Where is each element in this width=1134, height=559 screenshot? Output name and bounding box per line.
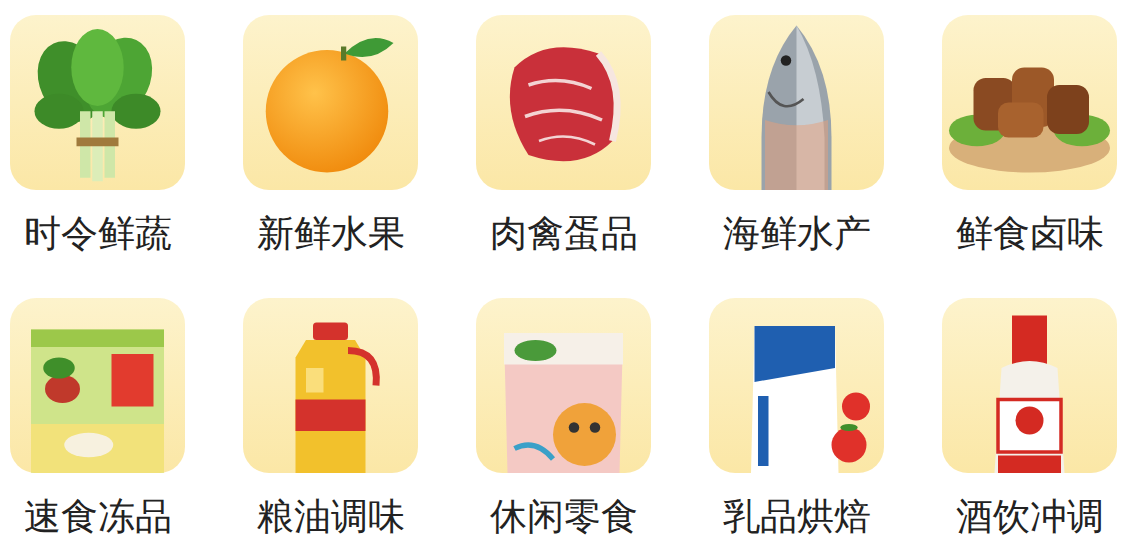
meat-icon xyxy=(476,15,651,190)
category-tile[interactable] xyxy=(942,298,1117,473)
orange-icon xyxy=(243,15,418,190)
category-label[interactable]: 酒饮冲调 xyxy=(956,493,1104,541)
snack-bag-icon xyxy=(476,298,651,473)
oil-bottle-icon xyxy=(243,298,418,473)
category-item[interactable]: 新鲜水果 xyxy=(243,15,418,258)
category-tile[interactable] xyxy=(476,15,651,190)
category-label[interactable]: 海鲜水产 xyxy=(723,210,871,258)
category-label[interactable]: 休闲零食 xyxy=(490,493,638,541)
category-tile[interactable] xyxy=(10,298,185,473)
category-item[interactable]: 鲜食卤味 xyxy=(942,15,1117,258)
category-tile[interactable] xyxy=(709,15,884,190)
category-item[interactable]: 时令鲜蔬 xyxy=(10,15,185,258)
vegetable-icon xyxy=(10,15,185,190)
category-tile[interactable] xyxy=(243,298,418,473)
category-item[interactable]: 酒饮冲调 xyxy=(942,298,1117,541)
category-label[interactable]: 时令鲜蔬 xyxy=(24,210,172,258)
liquor-bottle-icon xyxy=(942,298,1117,473)
category-item[interactable]: 肉禽蛋品 xyxy=(476,15,651,258)
category-tile[interactable] xyxy=(243,15,418,190)
category-grid: 时令鲜蔬 新鲜水果 肉禽蛋品 海鲜水产 鲜食卤味速食冻品 粮油调味 休闲零食 乳品烘焙 酒饮冲调 xyxy=(0,0,1134,541)
category-tile[interactable] xyxy=(709,298,884,473)
category-tile[interactable] xyxy=(10,15,185,190)
category-item[interactable]: 休闲零食 xyxy=(476,298,651,541)
category-item[interactable]: 粮油调味 xyxy=(243,298,418,541)
category-label[interactable]: 新鲜水果 xyxy=(257,210,405,258)
fish-icon xyxy=(709,15,884,190)
category-label[interactable]: 肉禽蛋品 xyxy=(490,210,638,258)
category-label[interactable]: 乳品烘焙 xyxy=(723,493,871,541)
category-tile[interactable] xyxy=(476,298,651,473)
category-label[interactable]: 速食冻品 xyxy=(24,493,172,541)
category-item[interactable]: 速食冻品 xyxy=(10,298,185,541)
frozen-food-icon xyxy=(10,298,185,473)
category-item[interactable]: 海鲜水产 xyxy=(709,15,884,258)
category-item[interactable]: 乳品烘焙 xyxy=(709,298,884,541)
category-tile[interactable] xyxy=(942,15,1117,190)
category-label[interactable]: 鲜食卤味 xyxy=(956,210,1104,258)
milk-carton-icon xyxy=(709,298,884,473)
braised-meat-icon xyxy=(942,15,1117,190)
category-label[interactable]: 粮油调味 xyxy=(257,493,405,541)
